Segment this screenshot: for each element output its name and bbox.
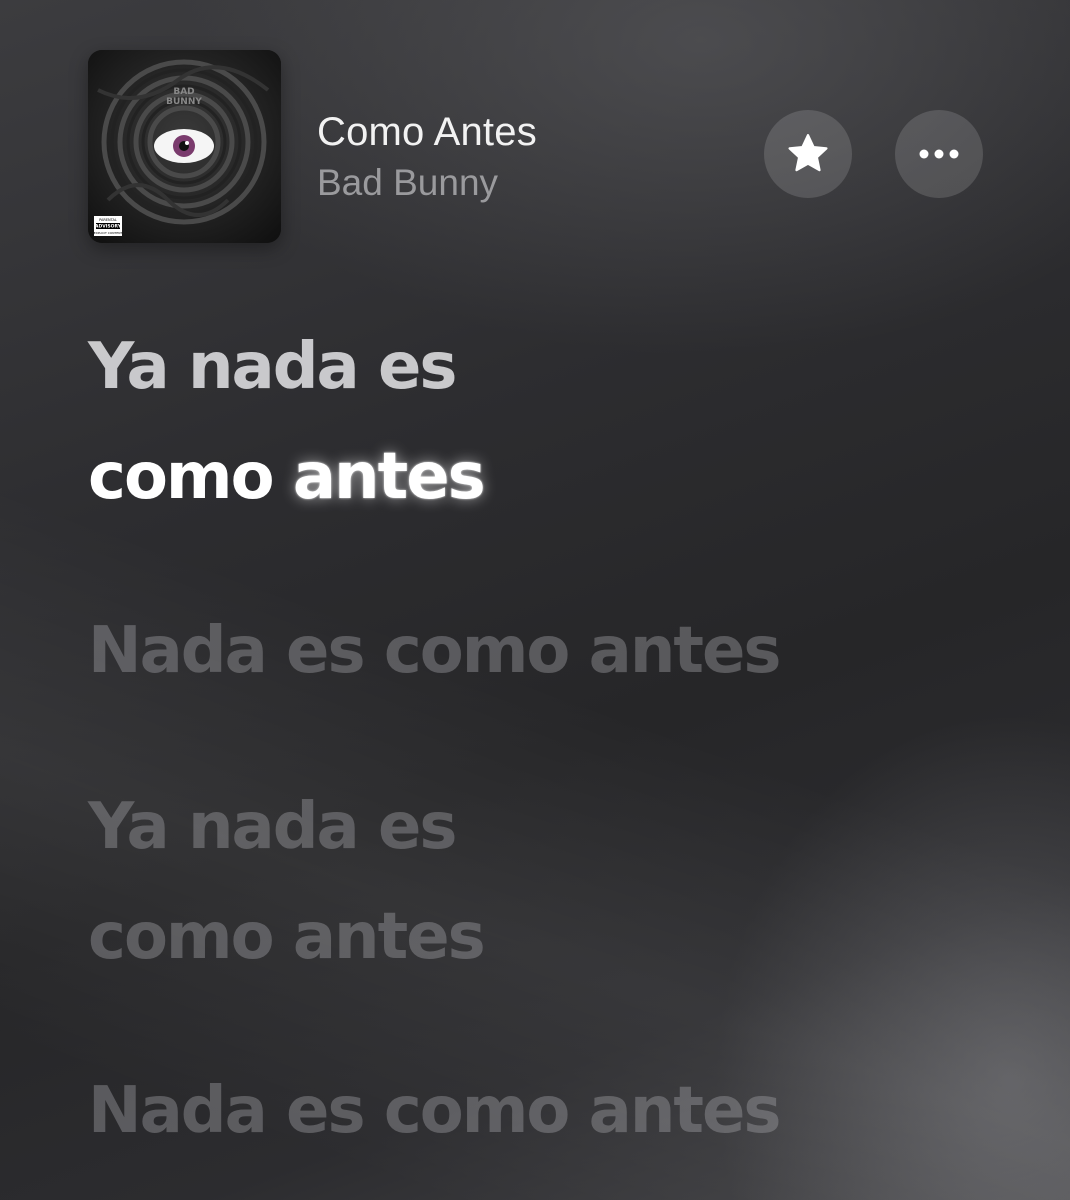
lyric-text: como antes (88, 900, 486, 974)
artist-name[interactable]: Bad Bunny (317, 160, 537, 206)
svg-text:EXPLICIT CONTENT: EXPLICIT CONTENT (94, 231, 123, 235)
now-playing-header: BAD BUNNY PARENTAL ADVISORY EXPLICIT CON… (0, 0, 1070, 270)
lyric-text-current: como antes (88, 422, 1028, 532)
album-artwork[interactable]: BAD BUNNY PARENTAL ADVISORY EXPLICIT CON… (88, 50, 281, 243)
lyric-text: Nada es como antes (88, 1074, 782, 1148)
song-title[interactable]: Como Antes (317, 108, 537, 156)
lyric-line[interactable]: Nada es como antes (88, 1056, 1028, 1166)
lyric-line[interactable]: Ya nada es como antes (88, 772, 1028, 992)
more-options-button[interactable] (895, 110, 983, 198)
lyric-text: Ya nada es (88, 790, 457, 864)
lyrics-view: Ya nada es como antes Nada es como antes… (88, 312, 1028, 1166)
svg-text:ADVISORY: ADVISORY (95, 224, 122, 230)
album-artwork-eye: BAD BUNNY PARENTAL ADVISORY EXPLICIT CON… (88, 50, 281, 243)
lyric-text: Nada es como antes (88, 614, 782, 688)
lyric-line-active[interactable]: Ya nada es como antes (88, 312, 1028, 532)
svg-text:BUNNY: BUNNY (166, 97, 202, 107)
svg-text:PARENTAL: PARENTAL (99, 218, 117, 222)
lyric-word-current: antes (292, 440, 486, 514)
svg-text:BAD: BAD (173, 87, 194, 97)
lyric-line[interactable]: Nada es como antes (88, 596, 1028, 706)
favorite-button[interactable] (764, 110, 852, 198)
lyric-word-sung: como (88, 440, 275, 514)
lyric-text: Ya nada es (88, 330, 457, 404)
star-icon (788, 134, 828, 172)
ellipsis-icon (919, 149, 959, 159)
track-info: Como Antes Bad Bunny (317, 108, 537, 206)
